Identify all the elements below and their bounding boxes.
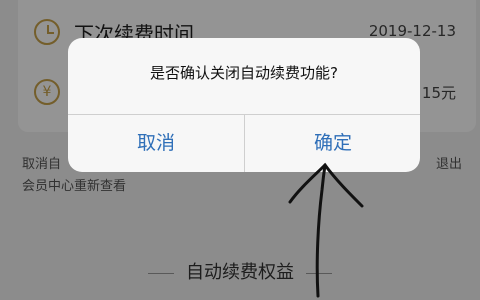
hand-drawn-arrow [288, 162, 364, 298]
